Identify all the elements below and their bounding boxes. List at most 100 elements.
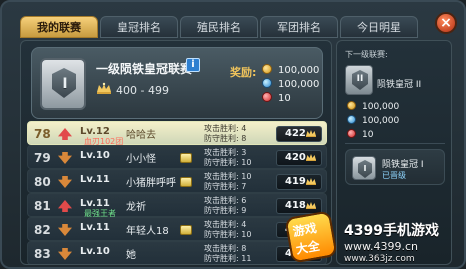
defense-wins: 防守胜利: 11 [204,254,252,263]
reward-3-value: 10 [278,93,291,104]
ranking-row-79[interactable]: 79 Lv.10 小小怪 攻击胜利: 3 防守胜利: 10 420 [27,145,327,169]
player-name[interactable]: 年轻人18 [126,222,169,237]
trend-down-icon [58,224,72,236]
score-value: 419 [285,176,306,187]
watermark-title: 4399手机游戏 [344,223,439,239]
league-name: 一级陨铁皇冠联赛 [96,62,193,76]
note-icon[interactable] [180,225,192,235]
tab-legion-ranking[interactable]: 军团排名 [260,16,338,38]
battle-stats: 攻击胜利: 6 防守胜利: 9 [204,196,246,216]
league-badge-number: I [62,76,68,92]
level: Lv.11 [80,174,110,185]
score-value: 420 [285,152,306,163]
close-button[interactable]: × [435,12,457,34]
defense-wins: 防守胜利: 10 [204,158,252,167]
tab-my-league[interactable]: 我的联赛 [20,16,98,38]
rank: 79 [34,151,51,165]
rank: 78 [34,127,51,141]
ranking-row-83[interactable]: 83 Lv.10 她 攻击胜利: 8防守胜利: 11 416 [27,241,327,264]
league-badge: I [40,58,86,110]
red-gem-icon [347,129,356,138]
reward-3: 10 [262,92,291,104]
defense-wins: 防守胜利: 9 [204,206,247,215]
attack-wins: 攻击胜利: 6 [204,196,247,205]
logo-text-bottom: 大全 [294,238,321,257]
ranking-list[interactable]: 78 Lv.12 哈哈去 血刃102团 攻击胜利: 4 防守胜利: 8 422 7… [21,121,331,264]
trend-down-icon [58,152,72,164]
divider [345,143,445,144]
rank: 81 [34,199,51,213]
trend-up-icon [58,200,72,212]
battle-stats: 攻击胜利: 10 防守胜利: 7 [204,172,251,192]
close-icon: × [440,15,452,31]
battle-stats: 攻击胜利: 4 防守胜利: 10 [204,220,251,240]
attack-wins: 攻击胜利: 8 [204,244,247,253]
tab-today-star[interactable]: 今日明星 [340,16,418,38]
player-name[interactable]: 小猪胖呼呼 [126,174,176,189]
current-league-name: 陨铁皇冠 I [382,160,424,170]
attack-wins: 攻击胜利: 3 [204,148,247,157]
defense-wins: 防守胜利: 8 [204,134,247,143]
ranking-row-78[interactable]: 78 Lv.12 哈哈去 血刃102团 攻击胜利: 4 防守胜利: 8 422 [27,121,327,146]
battle-stats: 攻击胜利: 3 防守胜利: 10 [204,148,251,168]
tab-colony-ranking[interactable]: 殖民排名 [180,16,258,38]
info-icon[interactable]: i [186,58,200,72]
next-reward-1: 100,000 [347,101,399,112]
reward-label: 奖励: [230,66,257,79]
blue-gem-icon [262,78,272,88]
battle-stats: 攻击胜利: 4 防守胜利: 8 [204,124,246,144]
watermark-url-2: www.363jz.com [344,254,415,264]
player-name[interactable]: 小小怪 [126,150,156,165]
trend-down-icon [58,248,72,260]
league-window: 我的联赛 皇冠排名 殖民排名 军团排名 今日明星 × I 一级陨铁皇冠联赛 i … [0,0,466,269]
player-name[interactable]: 哈哈去 [126,126,156,141]
watermark: 游戏 大全 4399手机游戏 www.4399.cn www.363jz.com [284,210,464,266]
note-icon[interactable] [180,153,192,163]
next-reward-3: 10 [347,129,373,140]
player-name[interactable]: 龙祈 [126,198,146,213]
league-panel: I 一级陨铁皇冠联赛 i 400 - 499 奖励: 100,000 100,0… [20,40,332,265]
player-name[interactable]: 她 [126,246,136,261]
trend-up-icon [58,128,72,140]
current-league-card[interactable]: I 陨铁皇冠 I 已晋级 [345,149,445,185]
reward-1: 100,000 [262,64,319,76]
tab-crown-ranking[interactable]: 皇冠排名 [100,16,178,38]
tab-bar: 我的联赛 皇冠排名 殖民排名 军团排名 今日明星 [20,16,440,38]
ranking-row-81[interactable]: 81 Lv.11 龙祈 最强王者 攻击胜利: 6 防守胜利: 9 418 [27,193,327,218]
reward-1-value: 100,000 [278,65,320,76]
next-league-badge: II [345,65,373,95]
watermark-url-1: www.4399.cn [344,240,418,253]
rank: 80 [34,175,51,189]
trend-down-icon [58,176,72,188]
defense-wins: 防守胜利: 10 [204,230,252,239]
reward-2-value: 100,000 [278,79,320,90]
current-league-status: 已晋级 [382,171,406,180]
ranking-row-82[interactable]: 82 Lv.11 年轻人18 攻击胜利: 4防守胜利: 10 417 [27,217,327,241]
red-gem-icon [262,92,272,102]
crown-icon [306,130,316,137]
ranking-row-80[interactable]: 80 Lv.11 小猪胖呼呼 攻击胜利: 10 防守胜利: 7 419 [27,169,327,193]
attack-wins: 攻击胜利: 4 [204,220,247,229]
score: 422 [276,126,322,142]
score-range: 400 - 499 [116,84,169,97]
battle-stats: 攻击胜利: 8 防守胜利: 11 [204,244,251,264]
crown-icon [306,154,316,161]
current-league-badge: I [352,156,376,180]
blue-gem-icon [347,115,356,124]
score-value: 422 [285,128,306,139]
score: 419 [276,174,322,190]
next-reward-1-value: 100,000 [362,102,400,112]
score: 420 [276,150,322,166]
next-league-title: 下一级联赛: [345,50,388,59]
info-icon-label: i [191,59,195,70]
next-league-badge-number: II [356,74,364,84]
level: Lv.10 [80,246,110,257]
defense-wins: 防守胜利: 7 [204,182,247,191]
attack-wins: 攻击胜利: 4 [204,124,247,133]
next-reward-3-value: 10 [362,130,374,140]
note-icon[interactable] [180,177,192,187]
crown-icon [97,82,111,94]
level: Lv.11 [80,222,110,233]
game-logo: 游戏 大全 [284,210,338,264]
attack-wins: 攻击胜利: 10 [204,172,252,181]
